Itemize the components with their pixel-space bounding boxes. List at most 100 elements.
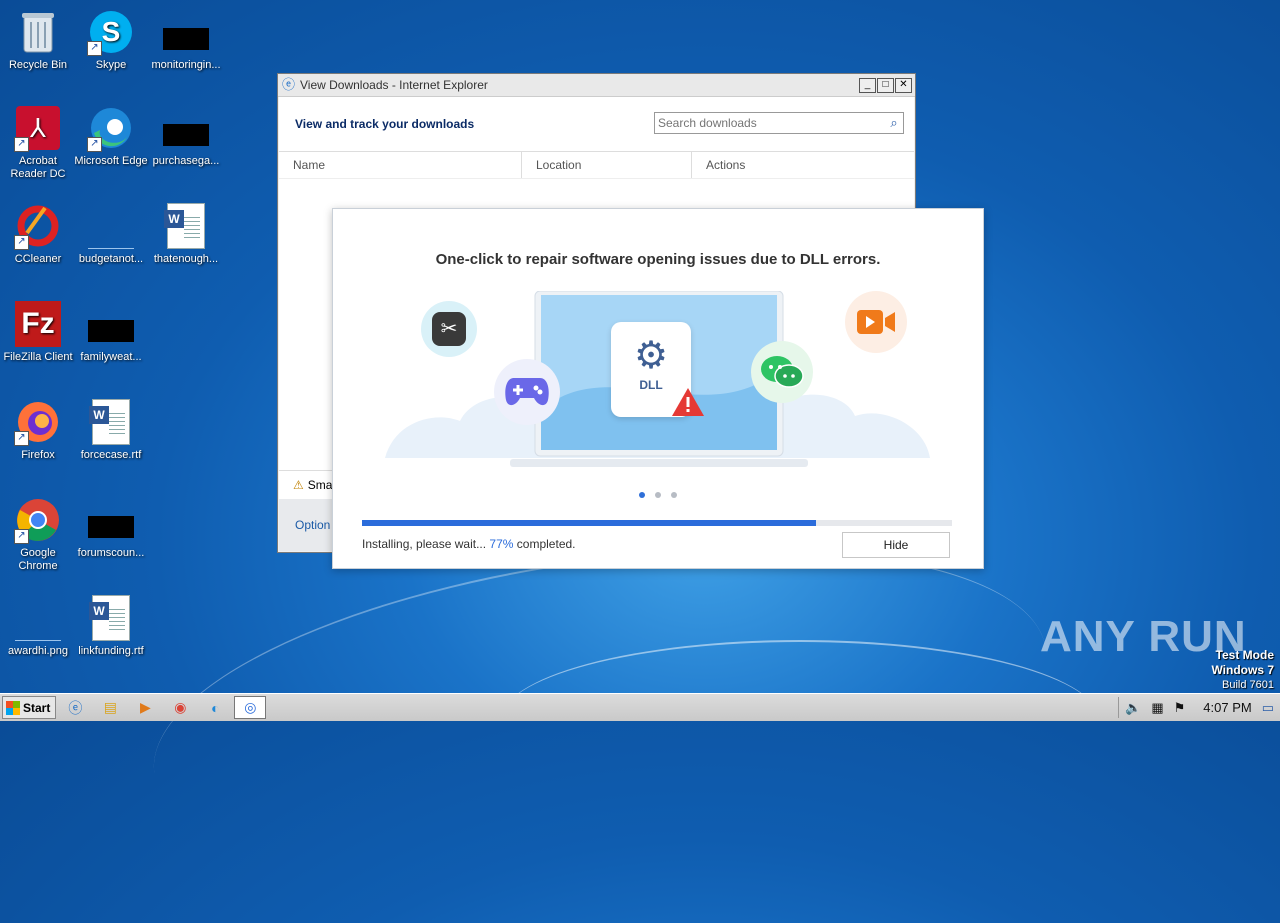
installer-dialog: One-click to repair software opening iss… bbox=[332, 208, 984, 569]
taskbar-chrome-icon[interactable]: ◉ bbox=[164, 696, 196, 719]
file-icon bbox=[162, 8, 210, 56]
desktop-icon-awardhi[interactable]: awardhi.png bbox=[0, 594, 76, 658]
video-app-icon bbox=[845, 291, 907, 353]
warning-icon bbox=[671, 387, 705, 422]
shortcut-arrow-icon: ↗ bbox=[87, 137, 102, 152]
status-prefix: Installing, please wait... bbox=[362, 537, 487, 551]
shortcut-arrow-icon: ↗ bbox=[14, 529, 29, 544]
chrome-icon: ↗ bbox=[14, 496, 62, 544]
chat-app-icon bbox=[751, 341, 813, 403]
status-suffix: completed. bbox=[516, 537, 576, 551]
taskbar-installer-icon[interactable]: ◎ bbox=[234, 696, 267, 719]
desktop-icon-skype[interactable]: S ↗ Skype bbox=[73, 8, 149, 72]
desktop-icon-firefox[interactable]: ↗ Firefox bbox=[0, 398, 76, 462]
desktop-icon-recycle-bin[interactable]: Recycle Bin bbox=[0, 8, 76, 72]
column-location[interactable]: Location bbox=[522, 152, 692, 178]
install-progress-bar bbox=[362, 520, 952, 526]
file-icon bbox=[162, 104, 210, 152]
desktop-icon-label: Firefox bbox=[21, 449, 55, 461]
smartscreen-icon: ⚠ bbox=[293, 478, 304, 492]
desktop-icon-label: Google Chrome bbox=[18, 547, 58, 572]
window-titlebar[interactable]: ⓔ View Downloads - Internet Explorer _ □… bbox=[278, 74, 915, 97]
skype-icon: S ↗ bbox=[87, 8, 135, 56]
column-actions[interactable]: Actions bbox=[692, 152, 906, 178]
desktop-icon-linkfunding[interactable]: W linkfunding.rtf bbox=[73, 594, 149, 658]
taskbar-ie-icon[interactable]: ⓔ bbox=[59, 696, 91, 719]
hide-button[interactable]: Hide bbox=[842, 532, 950, 558]
desktop-icon-label: FileZilla Client bbox=[3, 351, 73, 363]
search-icon[interactable]: ⌕ bbox=[885, 115, 903, 131]
shortcut-arrow-icon: ↗ bbox=[14, 235, 29, 250]
carousel-dot[interactable] bbox=[655, 492, 661, 498]
firefox-icon: ↗ bbox=[14, 398, 62, 446]
desktop-icon-ccleaner[interactable]: ↗ CCleaner bbox=[0, 202, 76, 266]
desktop-icon-edge[interactable]: ↗ Microsoft Edge bbox=[73, 104, 149, 168]
desktop-icon-budgetanot[interactable]: budgetanot... bbox=[73, 202, 149, 266]
carousel-dots bbox=[333, 492, 983, 498]
word-document-icon: W bbox=[162, 202, 210, 250]
column-headers: Name Location Actions bbox=[279, 152, 914, 179]
desktop-icon-label: linkfunding.rtf bbox=[78, 645, 144, 657]
action-center-flag-icon[interactable]: ⚑ bbox=[1174, 700, 1186, 716]
desktop-icon-label: forumscoun... bbox=[77, 547, 145, 559]
windows-logo-icon bbox=[6, 700, 20, 715]
search-input[interactable] bbox=[655, 115, 885, 131]
desktop-icon-forumscoun[interactable]: forumscoun... bbox=[73, 496, 149, 560]
test-mode-line1: Test Mode bbox=[1215, 648, 1274, 662]
system-tray: 🔈 ▦ ⚑ 4:07 PM ▭ bbox=[1118, 697, 1280, 718]
test-mode-line3: Build 7601 bbox=[1222, 679, 1274, 691]
desktop-icon-label: Skype bbox=[95, 59, 127, 71]
image-file-icon bbox=[14, 594, 62, 642]
window-title: View Downloads - Internet Explorer bbox=[300, 78, 488, 92]
volume-icon[interactable]: 🔈 bbox=[1125, 700, 1141, 716]
clock[interactable]: 4:07 PM bbox=[1203, 700, 1251, 715]
carousel-dot[interactable] bbox=[639, 492, 645, 498]
carousel-dot[interactable] bbox=[671, 492, 677, 498]
taskbar-explorer-icon[interactable]: ▤ bbox=[94, 696, 126, 719]
desktop-icon-forcecase[interactable]: W forcecase.rtf bbox=[73, 398, 149, 462]
shortcut-arrow-icon: ↗ bbox=[14, 431, 29, 446]
shortcut-arrow-icon: ↗ bbox=[87, 41, 102, 56]
show-desktop-icon[interactable]: ▭ bbox=[1262, 700, 1274, 716]
desktop-icon-label: Acrobat Reader DC bbox=[10, 155, 66, 180]
desktop-icon-monitoringin[interactable]: monitoringin... bbox=[148, 8, 224, 72]
edge-icon: ↗ bbox=[87, 104, 135, 152]
shortcut-arrow-icon: ↗ bbox=[14, 137, 29, 152]
desktop-icon-familyweat[interactable]: familyweat... bbox=[73, 300, 149, 364]
desktop-icon-label: purchasega... bbox=[152, 155, 220, 167]
desktop-icon-label: awardhi.png bbox=[8, 645, 68, 657]
desktop-icon-label: CCleaner bbox=[14, 253, 62, 265]
desktop-icon-purchasega[interactable]: purchasega... bbox=[148, 104, 224, 168]
start-button[interactable]: Start bbox=[2, 696, 57, 719]
install-progress-fill bbox=[362, 520, 817, 526]
desktop-icon-label: Recycle Bin bbox=[8, 59, 68, 71]
minimize-button[interactable]: _ bbox=[859, 77, 876, 93]
desktop-icon-chrome[interactable]: ↗ Google Chrome bbox=[0, 496, 76, 573]
desktop-icon-thatenough[interactable]: W thatenough... bbox=[148, 202, 224, 266]
maximize-button[interactable]: □ bbox=[877, 77, 894, 93]
test-mode-line2: Windows 7 bbox=[1211, 663, 1274, 677]
taskbar-media-player-icon[interactable]: ▶ bbox=[129, 696, 161, 719]
search-box[interactable]: ⌕ bbox=[654, 112, 904, 134]
taskbar-edge-icon[interactable]: ◐ bbox=[199, 696, 231, 719]
word-document-icon: W bbox=[87, 594, 135, 642]
word-document-icon: W bbox=[87, 398, 135, 446]
column-name[interactable]: Name bbox=[279, 152, 522, 178]
desktop-icon-label: thatenough... bbox=[153, 253, 219, 265]
desktop-icon-acrobat[interactable]: ⅄ ↗ Acrobat Reader DC bbox=[0, 104, 76, 181]
network-icon[interactable]: ▦ bbox=[1151, 700, 1163, 716]
status-percent: 77% bbox=[489, 537, 514, 551]
desktop-icon-label: forcecase.rtf bbox=[80, 449, 142, 461]
gamepad-app-icon bbox=[494, 359, 560, 425]
file-icon bbox=[87, 300, 135, 348]
test-mode-notice: Test Mode Windows 7 Build 7601 bbox=[1211, 648, 1274, 692]
acrobat-icon: ⅄ ↗ bbox=[14, 104, 62, 152]
close-button[interactable]: ✕ bbox=[895, 77, 912, 93]
wallpaper-swoosh bbox=[500, 640, 1100, 802]
filezilla-icon: Fz bbox=[14, 300, 62, 348]
options-link[interactable]: Option bbox=[295, 518, 330, 532]
taskbar: Start ⓔ ▤ ▶ ◉ ◐ ◎ 🔈 ▦ ⚑ 4:07 PM ▭ bbox=[0, 693, 1280, 721]
smartscreen-label[interactable]: Sma bbox=[308, 478, 333, 492]
desktop-icon-filezilla[interactable]: Fz FileZilla Client bbox=[0, 300, 76, 364]
desktop-icon-label: monitoringin... bbox=[151, 59, 221, 71]
